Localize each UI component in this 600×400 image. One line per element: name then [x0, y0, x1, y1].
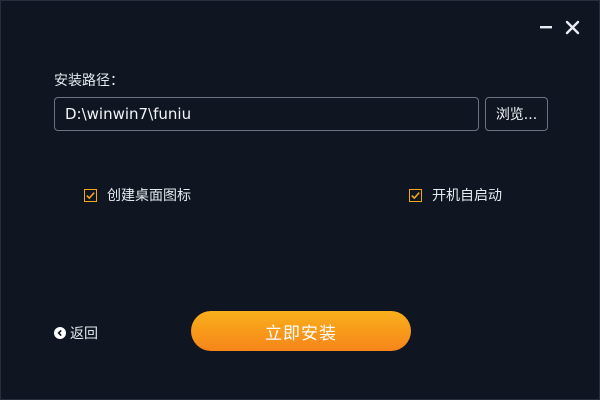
autostart-checkbox[interactable]: 开机自启动	[409, 185, 502, 205]
checkmark-icon	[86, 191, 95, 199]
desktop-shortcut-checkbox[interactable]: 创建桌面图标	[84, 185, 191, 205]
autostart-label: 开机自启动	[432, 188, 502, 204]
checkbox-box	[409, 188, 422, 202]
install-now-button[interactable]: 立即安装	[191, 311, 411, 351]
window-controls	[538, 19, 580, 35]
install-path-label: 安装路径：	[54, 73, 124, 89]
checkmark-icon	[411, 191, 420, 199]
checkbox-box	[84, 188, 97, 202]
minimize-button[interactable]	[538, 19, 554, 35]
browse-button[interactable]: 浏览...	[485, 97, 548, 131]
back-link[interactable]: 返回	[54, 323, 98, 343]
install-path-input[interactable]	[54, 97, 479, 131]
close-button[interactable]	[564, 19, 580, 35]
desktop-shortcut-label: 创建桌面图标	[107, 188, 191, 204]
installer-window: 安装路径： 浏览... 创建桌面图标 开机自启动 返回 立即安装	[0, 0, 600, 400]
back-label: 返回	[70, 326, 98, 342]
back-arrow-icon	[54, 327, 66, 339]
close-icon	[565, 20, 579, 34]
minimize-icon	[540, 26, 552, 29]
